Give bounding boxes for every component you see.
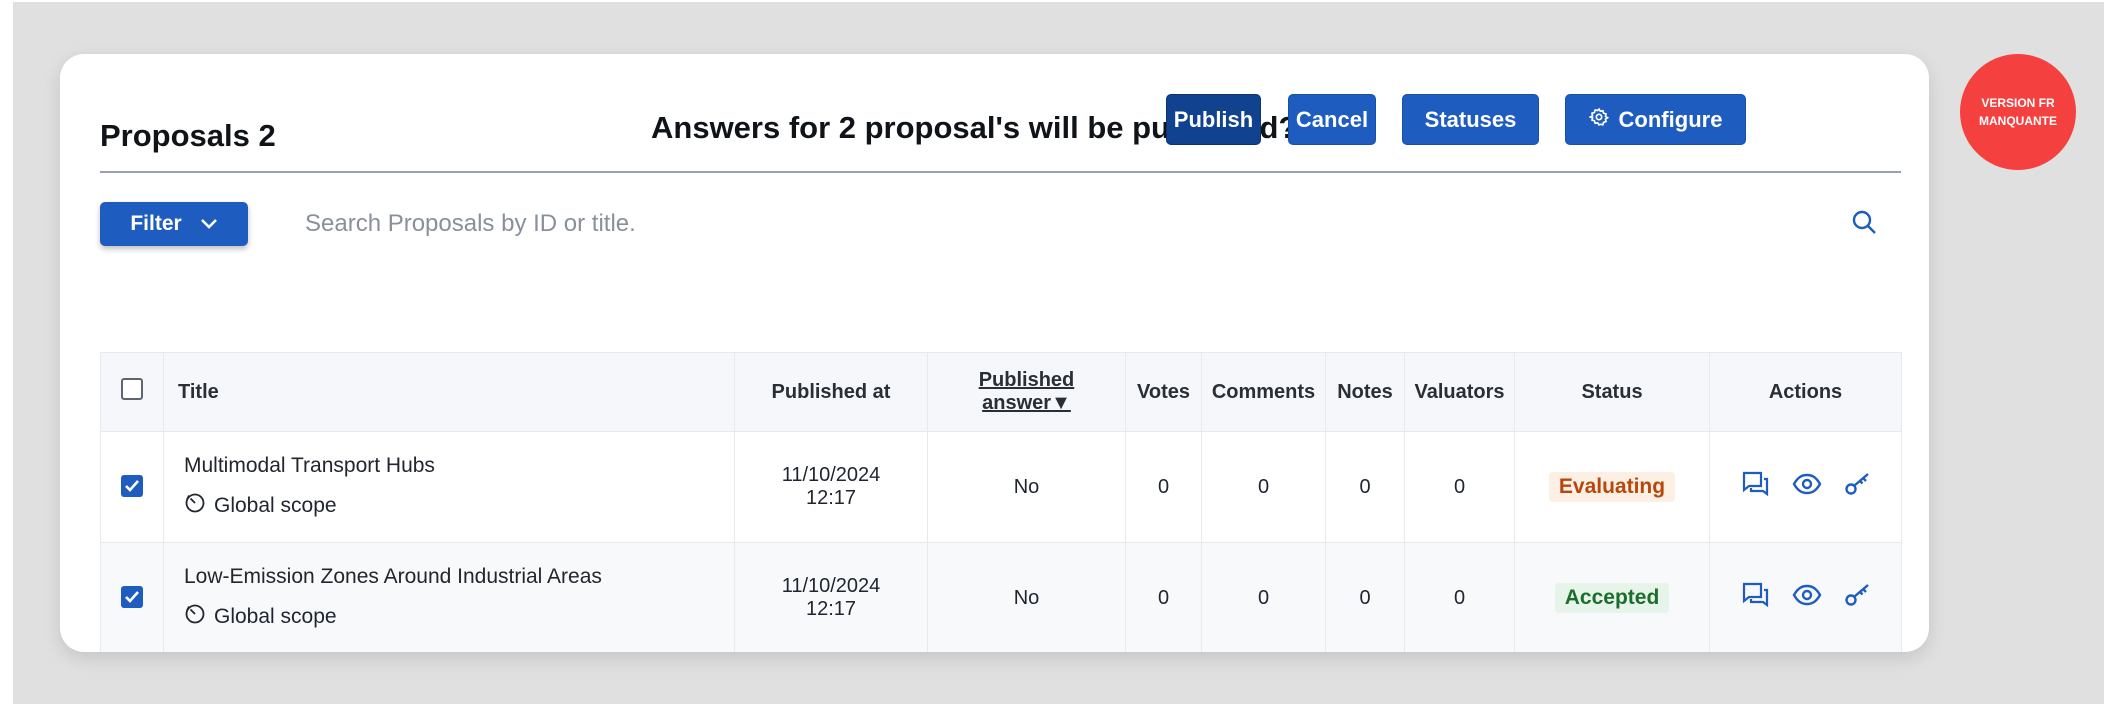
- table-row: Low-Emission Zones Around Industrial Are…: [100, 542, 1902, 652]
- status-cell: Accepted: [1514, 542, 1710, 652]
- configure-button[interactable]: Configure: [1565, 94, 1746, 145]
- comments-cell: 0: [1201, 431, 1326, 543]
- version-badge-line1: VERSION FR: [1981, 96, 2055, 110]
- proposal-title-cell: Multimodal Transport Hubs Global scope: [163, 431, 735, 543]
- chevron-down-icon: [200, 212, 218, 236]
- search-icon[interactable]: [1850, 208, 1878, 236]
- statuses-button[interactable]: Statuses: [1402, 94, 1539, 145]
- valuators-cell: 0: [1404, 542, 1515, 652]
- column-published-answer[interactable]: Published answer▼: [927, 352, 1126, 432]
- published-answer-label: answer: [982, 392, 1052, 414]
- column-comments: Comments: [1201, 352, 1326, 432]
- header-divider: [100, 171, 1901, 173]
- row-checkbox[interactable]: [121, 475, 143, 497]
- comments-icon[interactable]: [1740, 581, 1770, 615]
- sort-down-icon: ▼: [1051, 392, 1071, 414]
- published-at-cell: 11/10/2024 12:17: [734, 431, 928, 543]
- published-answer-cell: No: [927, 431, 1126, 543]
- configure-label: Configure: [1618, 106, 1723, 132]
- status-badge: Accepted: [1554, 583, 1670, 613]
- scope-label: Global scope: [214, 494, 337, 517]
- select-all-checkbox[interactable]: [121, 378, 143, 400]
- eye-icon[interactable]: [1792, 472, 1822, 502]
- filter-label: Filter: [130, 212, 182, 235]
- cancel-button[interactable]: Cancel: [1288, 94, 1376, 145]
- scope-icon: [184, 492, 206, 520]
- actions-cell: [1709, 542, 1902, 652]
- eye-icon[interactable]: [1792, 583, 1822, 613]
- scope-label: Global scope: [214, 605, 337, 628]
- proposal-title[interactable]: Low-Emission Zones Around Industrial Are…: [178, 565, 734, 589]
- proposals-table: Title Published at Published answer▼ Vot…: [100, 352, 1902, 652]
- row-select-cell[interactable]: [100, 542, 164, 652]
- published-answer-sort-line2[interactable]: answer▼: [928, 392, 1125, 415]
- comments-icon[interactable]: [1740, 470, 1770, 504]
- proposal-title-cell: Low-Emission Zones Around Industrial Are…: [163, 542, 735, 652]
- published-date: 11/10/2024: [781, 464, 881, 486]
- column-votes: Votes: [1125, 352, 1202, 432]
- published-time: 12:17: [805, 598, 857, 620]
- row-checkbox[interactable]: [121, 586, 143, 608]
- header: Proposals 2 Answers for 2 proposal's wil…: [100, 94, 1901, 169]
- votes-cell: 0: [1125, 431, 1202, 543]
- published-date: 11/10/2024: [781, 575, 881, 597]
- published-answer-sort-line1[interactable]: Published: [928, 369, 1125, 392]
- page-title: Proposals 2: [100, 118, 276, 153]
- published-time: 12:17: [805, 487, 857, 509]
- published-at-cell: 11/10/2024 12:17: [734, 542, 928, 652]
- published-answer-cell: No: [927, 542, 1126, 652]
- scope-icon: [184, 603, 206, 631]
- status-badge: Evaluating: [1548, 472, 1676, 502]
- status-cell: Evaluating: [1514, 431, 1710, 543]
- column-title: Title: [163, 352, 735, 432]
- column-status: Status: [1514, 352, 1710, 432]
- search-input[interactable]: [305, 202, 1805, 246]
- notes-cell: 0: [1325, 542, 1405, 652]
- gear-icon: [1587, 107, 1609, 133]
- key-icon[interactable]: [1844, 582, 1872, 614]
- notes-cell: 0: [1325, 431, 1405, 543]
- row-select-cell[interactable]: [100, 431, 164, 543]
- filter-button[interactable]: Filter: [100, 202, 248, 246]
- votes-cell: 0: [1125, 542, 1202, 652]
- column-actions: Actions: [1709, 352, 1902, 432]
- missing-translation-badge: VERSION FR MANQUANTE: [1960, 54, 2076, 170]
- column-valuators: Valuators: [1404, 352, 1515, 432]
- column-notes: Notes: [1325, 352, 1405, 432]
- table-header-row: Title Published at Published answer▼ Vot…: [100, 352, 1902, 432]
- proposal-title[interactable]: Multimodal Transport Hubs: [178, 454, 734, 478]
- proposal-scope: Global scope: [178, 492, 734, 520]
- publish-button[interactable]: Publish: [1166, 94, 1261, 145]
- key-icon[interactable]: [1844, 471, 1872, 503]
- actions-cell: [1709, 431, 1902, 543]
- table-row: Multimodal Transport Hubs Global scope 1…: [100, 431, 1902, 543]
- column-published-at: Published at: [734, 352, 928, 432]
- proposals-card: Proposals 2 Answers for 2 proposal's wil…: [60, 54, 1929, 652]
- proposal-scope: Global scope: [178, 603, 734, 631]
- version-badge-line2: MANQUANTE: [1979, 114, 2057, 128]
- select-all-cell[interactable]: [100, 352, 164, 432]
- comments-cell: 0: [1201, 542, 1326, 652]
- valuators-cell: 0: [1404, 431, 1515, 543]
